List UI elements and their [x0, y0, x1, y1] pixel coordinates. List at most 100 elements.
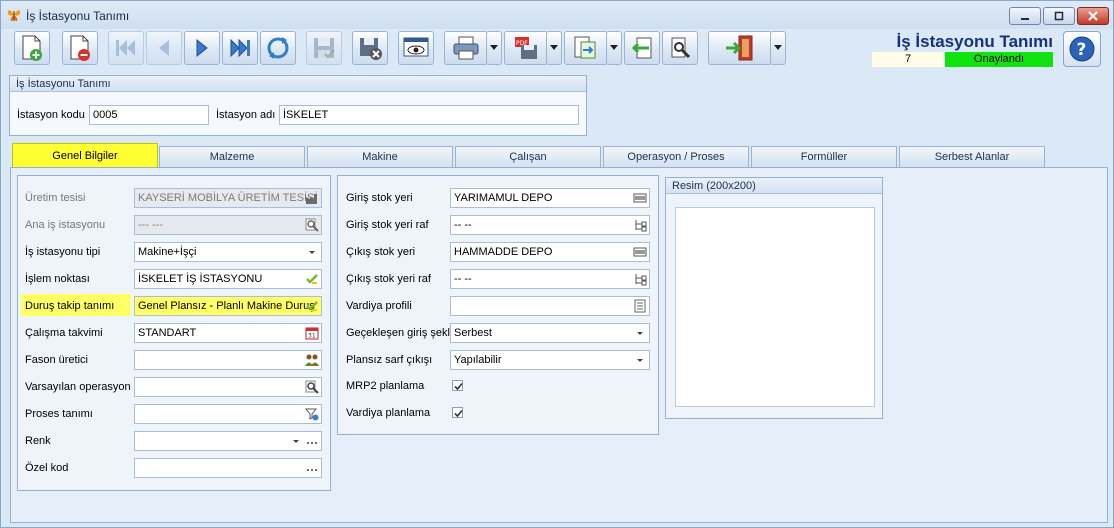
- refresh-icon: [267, 37, 289, 59]
- tab-operasyon-proses[interactable]: Operasyon / Proses: [603, 146, 749, 167]
- field-label-process-definition: Proses tanımı: [25, 408, 93, 420]
- delete-record-button[interactable]: [62, 31, 98, 65]
- field-label-unplanned-consumption: Plansız sarf çıkışı: [346, 354, 433, 366]
- new-document-icon: [22, 35, 42, 61]
- field-label-subcontractor: Fason üretici: [25, 354, 88, 366]
- export-button[interactable]: [564, 31, 608, 65]
- tab-genel-bilgiler[interactable]: Genel Bilgiler: [12, 143, 158, 169]
- field-label-color: Renk: [25, 435, 51, 447]
- production-facility-field[interactable]: KAYSERİ MOBİLYA ÜRETİM TESİSİ: [134, 188, 322, 208]
- field-label-special-code: Özel kod: [25, 462, 69, 474]
- field-label-production-facility: Üretim tesisi: [25, 192, 86, 204]
- tab-formuller[interactable]: Formüller: [751, 146, 897, 167]
- export-icon: [574, 36, 596, 59]
- unplanned-consumption-select[interactable]: Yapılabilir: [450, 350, 650, 370]
- help-icon: ?: [1069, 36, 1095, 62]
- maximize-button[interactable]: [1043, 7, 1075, 25]
- exit-dropdown-button[interactable]: [770, 31, 786, 65]
- export-dropdown-button[interactable]: [606, 31, 622, 65]
- mrp2-planning-checkbox[interactable]: [452, 380, 463, 391]
- factory-icon: [306, 194, 317, 204]
- next-record-button[interactable]: [184, 31, 220, 65]
- save-close-icon: [360, 38, 382, 60]
- save-close-button[interactable]: [352, 31, 388, 65]
- input-stock-shelf-field[interactable]: -- --: [450, 215, 650, 235]
- output-stock-location-field[interactable]: HAMMADDE DEPO: [450, 242, 650, 262]
- refresh-button[interactable]: [260, 31, 296, 65]
- special-code-field[interactable]: [134, 458, 322, 478]
- previous-record-icon: [159, 40, 169, 56]
- default-operation-field[interactable]: [134, 377, 322, 397]
- tree-icon: [635, 220, 647, 232]
- close-window-button[interactable]: [1077, 7, 1109, 25]
- previous-record-button[interactable]: [146, 31, 182, 65]
- operation-point-value: İSKELET İŞ İSTASYONU: [138, 273, 263, 285]
- svg-text:31: 31: [308, 333, 316, 340]
- main-workstation-value: --- ---: [138, 219, 164, 231]
- first-record-button[interactable]: [108, 31, 144, 65]
- close-icon: [1088, 11, 1098, 21]
- tab-calisan[interactable]: Çalışan: [455, 146, 601, 167]
- downtime-tracking-field[interactable]: Genel Plansız - Planlı Makine Duruş: [134, 296, 322, 316]
- realized-entry-type-select[interactable]: Serbest: [450, 323, 650, 343]
- tools-button[interactable]: [662, 31, 698, 65]
- station-name-input[interactable]: İSKELET: [279, 105, 579, 125]
- people-icon: [305, 354, 319, 366]
- lookup-icon: [633, 247, 647, 257]
- workstation-type-select[interactable]: Makine+İşçi: [134, 242, 322, 262]
- calendar-icon: 31: [305, 327, 319, 340]
- dropdown-arrow-icon: [309, 251, 315, 254]
- identity-group-title: İş İstasyonu Tanımı: [10, 76, 586, 92]
- help-button[interactable]: ?: [1063, 31, 1101, 67]
- chevron-down-icon: [774, 45, 782, 50]
- image-drop-area[interactable]: [675, 207, 875, 407]
- checkmark-icon: [454, 409, 463, 418]
- new-record-button[interactable]: [14, 31, 50, 65]
- input-stock-location-value: YARIMAMUL DEPO: [454, 192, 553, 204]
- tree-icon: [635, 274, 647, 286]
- ellipsis-icon: [307, 469, 317, 471]
- exit-button[interactable]: [708, 31, 772, 65]
- tab-malzeme[interactable]: Malzeme: [159, 146, 305, 167]
- print-dropdown-button[interactable]: [486, 31, 502, 65]
- image-panel-title: Resim (200x200): [666, 178, 882, 194]
- operation-point-field[interactable]: İSKELET İŞ İSTASYONU: [134, 269, 322, 289]
- next-record-icon: [196, 38, 208, 58]
- minimize-icon: [1021, 18, 1029, 20]
- process-definition-field[interactable]: [134, 404, 322, 424]
- lookup-icon: [633, 193, 647, 203]
- shift-planning-checkbox[interactable]: [452, 407, 463, 418]
- work-calendar-field[interactable]: STANDART 31: [134, 323, 322, 343]
- color-select[interactable]: [134, 431, 322, 451]
- last-record-button[interactable]: [222, 31, 258, 65]
- import-button[interactable]: [624, 31, 660, 65]
- tab-makine[interactable]: Makine: [307, 146, 453, 167]
- butterfly-icon: [7, 10, 21, 21]
- field-label-workstation-type: İş istasyonu tipi: [25, 246, 101, 258]
- import-icon: [631, 37, 652, 59]
- dropdown-arrow-icon: [293, 440, 299, 443]
- tab-serbest-alanlar[interactable]: Serbest Alanlar: [899, 146, 1045, 167]
- checkbox-label-mrp2: MRP2 planlama: [346, 380, 425, 392]
- input-stock-location-field[interactable]: YARIMAMUL DEPO: [450, 188, 650, 208]
- realized-entry-type-value: Serbest: [454, 327, 492, 339]
- minimize-button[interactable]: [1009, 7, 1041, 25]
- output-stock-shelf-field[interactable]: -- --: [450, 269, 650, 289]
- last-record-icon: [230, 38, 250, 58]
- production-facility-value: KAYSERİ MOBİLYA ÜRETİM TESİSİ: [138, 192, 318, 204]
- ellipsis-icon: [307, 442, 317, 444]
- preview-button[interactable]: [398, 31, 434, 65]
- pdf-dropdown-button[interactable]: [546, 31, 562, 65]
- shift-profile-field[interactable]: [450, 296, 650, 316]
- pdf-export-button[interactable]: PDF: [504, 31, 548, 65]
- save-button[interactable]: [306, 31, 342, 65]
- status-badge: Onaylandı: [945, 52, 1053, 67]
- subcontractor-field[interactable]: [134, 350, 322, 370]
- station-code-label: İstasyon kodu: [17, 109, 85, 121]
- station-code-input[interactable]: 0005: [89, 105, 209, 125]
- window-title: İş İstasyonu Tanımı: [26, 9, 130, 23]
- main-workstation-field[interactable]: --- ---: [134, 215, 322, 235]
- chevron-down-icon: [610, 45, 618, 50]
- print-button[interactable]: [444, 31, 488, 65]
- workstation-type-value: Makine+İşçi: [138, 246, 197, 258]
